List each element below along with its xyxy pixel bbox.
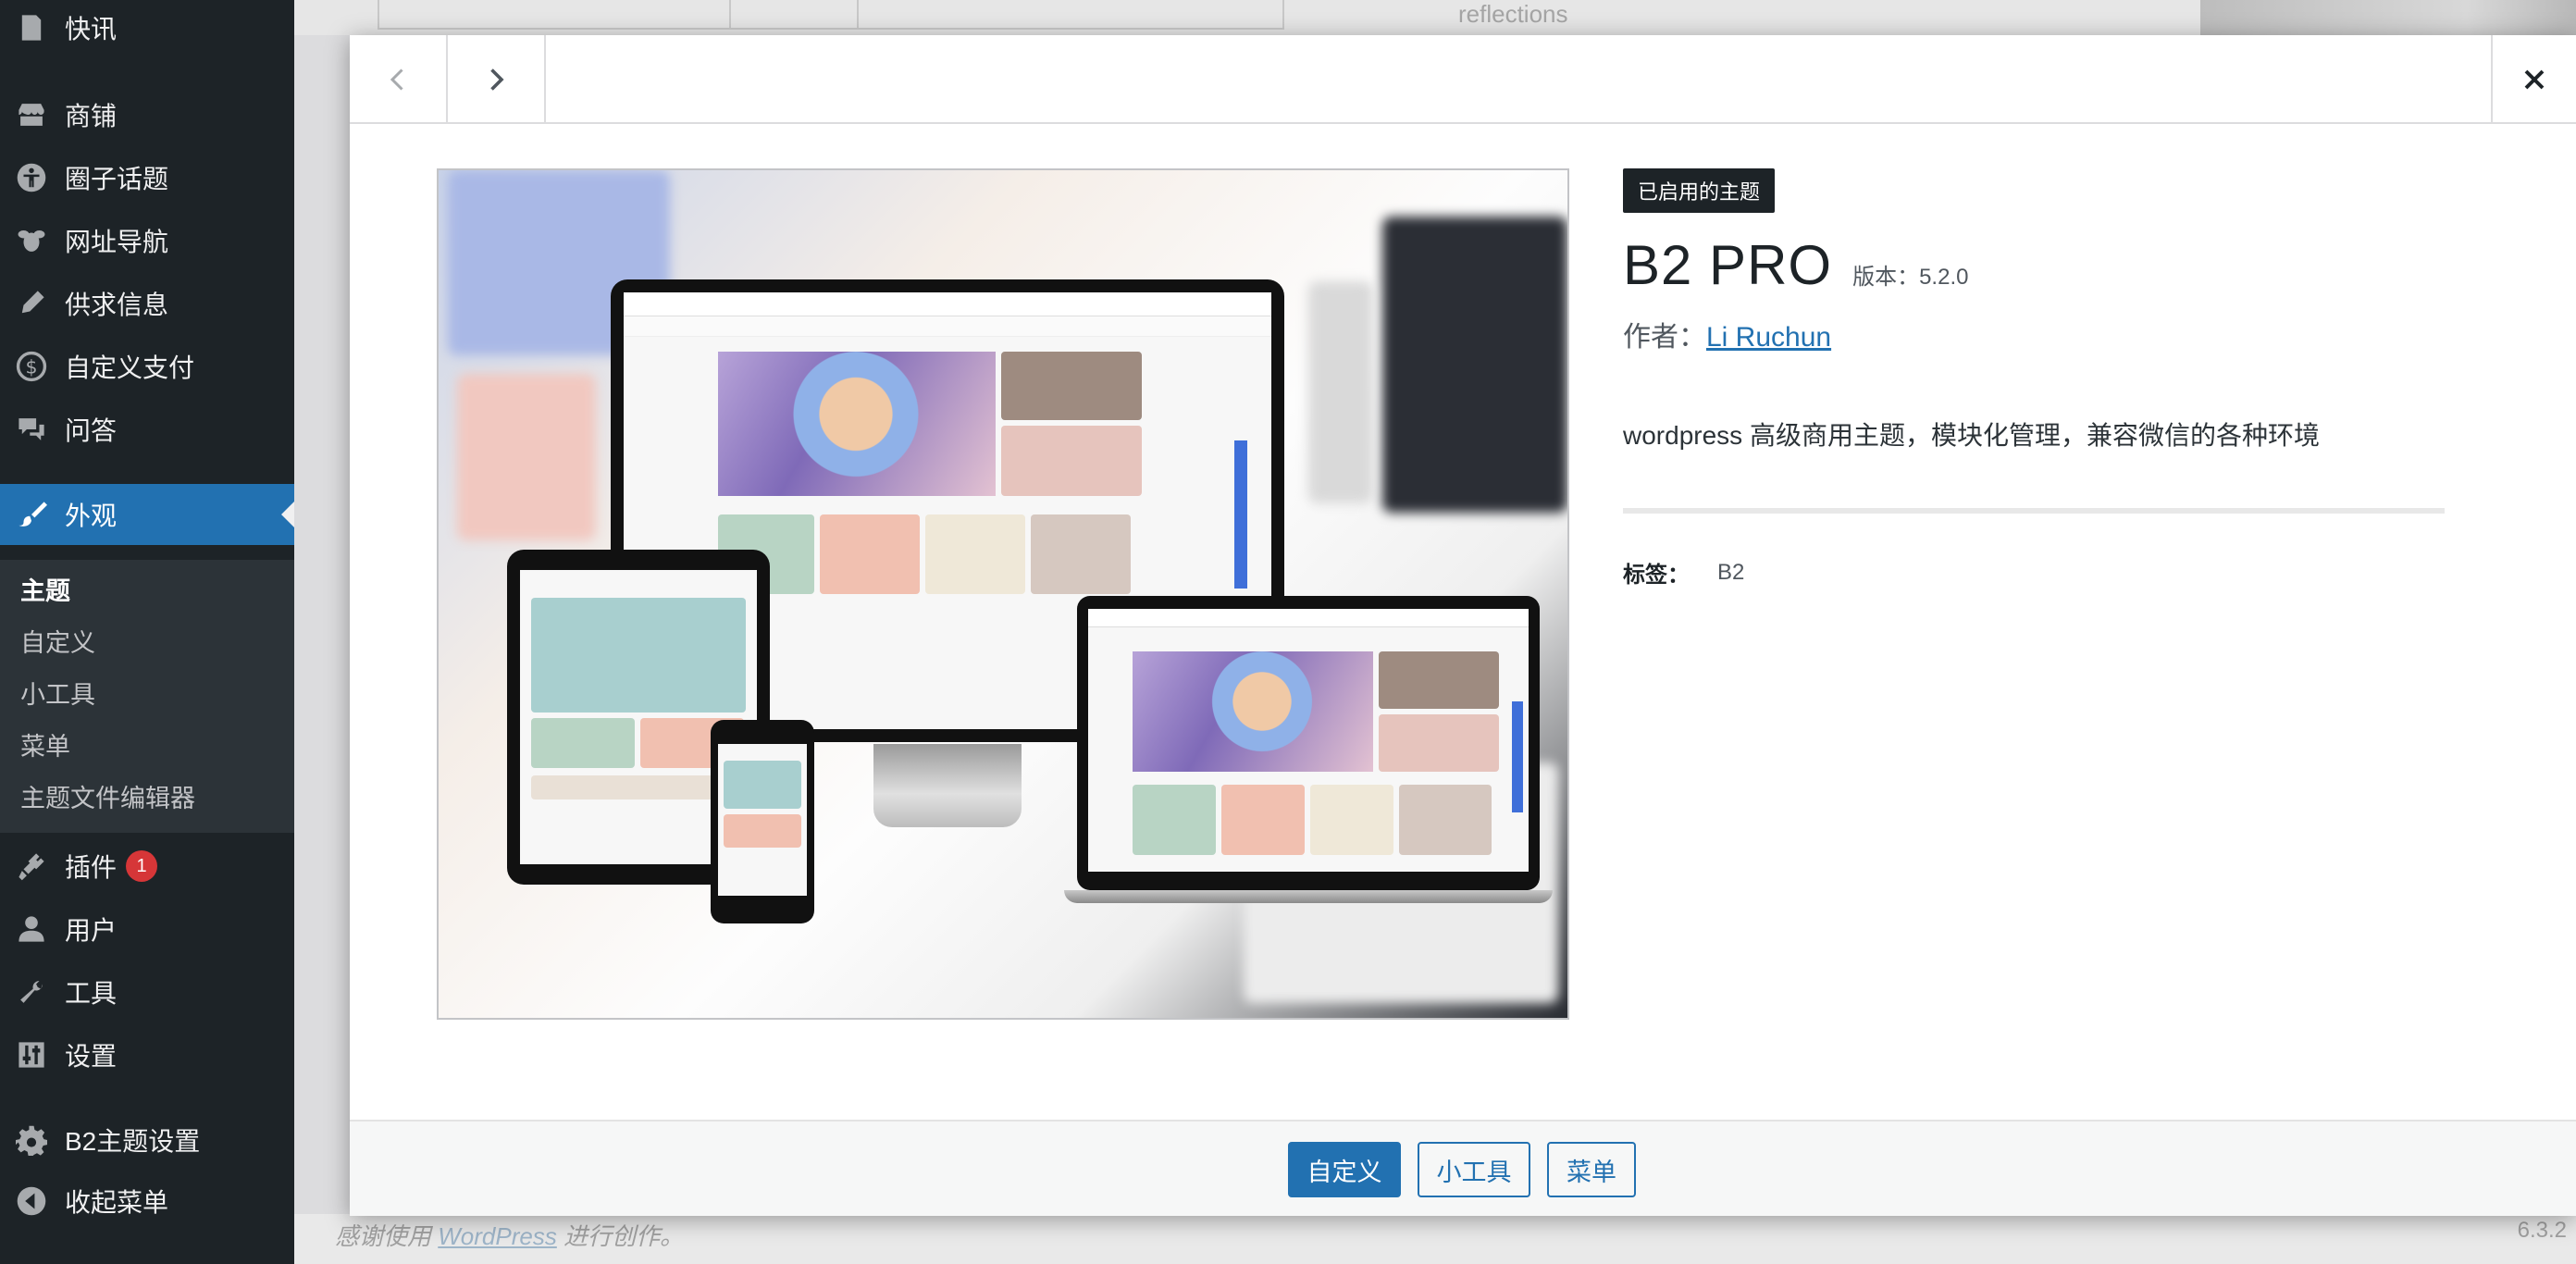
sidebar-item-plugins[interactable]: 插件 1	[0, 840, 294, 892]
footer-wordpress-link[interactable]: WordPress	[438, 1222, 557, 1250]
theme-description: wordpress 高级商用主题，模块化管理，兼容微信的各种环境	[1623, 421, 2320, 450]
collapse-icon	[15, 1184, 48, 1218]
widgets-button[interactable]: 小工具	[1418, 1142, 1530, 1197]
author-link[interactable]: Li Ruchun	[1706, 322, 1831, 353]
footer-version: 6.3.2	[2517, 1218, 2567, 1243]
theme-tags: 标签： B2	[1623, 556, 2446, 589]
sidebar-item-settings[interactable]: 设置	[0, 1029, 294, 1081]
background-theme-card	[729, 0, 1284, 30]
sidebar-item-label: 外观	[65, 502, 118, 530]
sidebar-item-store[interactable]: 商铺	[0, 89, 294, 141]
modal-actions: 自定义 小工具 菜单	[350, 1120, 2576, 1216]
universal-access-icon	[15, 161, 48, 194]
gear-icon	[15, 1123, 48, 1157]
footer-thanks: 感谢使用 WordPress 进行创作。	[335, 1218, 684, 1252]
sidebar-item-custom-pay[interactable]: $ 自定义支付	[0, 341, 294, 392]
monitor-stand	[873, 744, 1022, 827]
chevron-left-icon	[390, 68, 403, 91]
appearance-submenu: 主题 自定义 小工具 菜单 主题文件编辑器	[0, 560, 294, 833]
sidebar-item-users[interactable]: 用户	[0, 903, 294, 955]
sidebar-item-label: 快讯	[65, 15, 118, 43]
author-prefix: 作者：	[1623, 322, 1706, 353]
sidebar-item-supply[interactable]: 供求信息	[0, 278, 294, 329]
chevron-right-icon	[490, 68, 504, 91]
paintbrush-icon	[15, 498, 48, 531]
sidebar-item-label: 收起菜单	[65, 1188, 169, 1217]
theme-version: 版本：5.2.0	[1852, 265, 1969, 290]
sidebar-item-tools[interactable]: 工具	[0, 966, 294, 1018]
dollar-icon: $	[15, 350, 48, 383]
customize-button[interactable]: 自定义	[1288, 1142, 1401, 1197]
blur-card	[1382, 217, 1567, 513]
menus-button[interactable]: 菜单	[1547, 1142, 1636, 1197]
theme-author: 作者：Li Ruchun	[1623, 314, 2446, 354]
next-theme-button[interactable]	[448, 35, 546, 124]
pen-icon	[15, 287, 48, 320]
sidebar-item-news[interactable]: 快讯	[0, 2, 294, 54]
document-icon	[15, 11, 48, 44]
sidebar-item-label: 自定义支付	[65, 353, 195, 382]
bee-icon	[15, 224, 48, 257]
phone-mockup	[711, 720, 814, 923]
modal-header	[350, 35, 2576, 124]
sidebar-item-b2-settings[interactable]: B2主题设置	[0, 1114, 294, 1166]
blur-card	[1308, 281, 1373, 503]
theme-details-modal: 已启用的主题 B2 PRO 版本：5.2.0 作者：Li Ruchun word…	[350, 35, 2576, 1216]
background-theme-thumbnail	[2200, 0, 2576, 35]
sidebar-item-qa[interactable]: 问答	[0, 403, 294, 455]
blur-card	[457, 374, 596, 540]
sidebar-item-label: 工具	[65, 979, 118, 1008]
background-theme-text: reflections	[1458, 0, 1568, 28]
sidebar-item-label: 圈子话题	[65, 165, 169, 193]
footer-suffix: 进行创作。	[564, 1222, 685, 1250]
theme-name-row: B2 PRO 版本：5.2.0	[1623, 233, 2446, 297]
submenu-item-theme-editor[interactable]: 主题文件编辑器	[20, 778, 195, 814]
laptop-mockup	[1077, 596, 1540, 890]
admin-footer: 感谢使用 WordPress 进行创作。 6.3.2	[294, 1214, 2576, 1264]
sidebar-item-collapse[interactable]: 收起菜单	[0, 1175, 294, 1227]
tags-label: 标签：	[1623, 563, 1690, 588]
submenu-item-customize[interactable]: 自定义	[20, 623, 95, 659]
sidebar-item-label: B2主题设置	[65, 1127, 201, 1156]
update-count-badge: 1	[126, 850, 158, 882]
sidebar-item-circles[interactable]: 圈子话题	[0, 152, 294, 204]
sidebar-item-url-nav[interactable]: 网址导航	[0, 215, 294, 266]
comments-icon	[15, 413, 48, 446]
submenu-item-themes[interactable]: 主题	[20, 571, 70, 607]
wrench-icon	[15, 975, 48, 1009]
active-theme-badge: 已启用的主题	[1623, 168, 1776, 213]
submenu-item-widgets[interactable]: 小工具	[20, 675, 95, 711]
sidebar-item-label: 商铺	[65, 102, 118, 130]
background-theme-grid: reflections	[294, 0, 2576, 35]
svg-text:$: $	[26, 356, 38, 378]
plugin-icon	[15, 849, 48, 883]
footer-prefix: 感谢使用	[335, 1222, 432, 1250]
previous-theme-button[interactable]	[350, 35, 448, 124]
sidebar-item-label: 插件	[65, 853, 118, 882]
divider	[1623, 508, 2445, 514]
sidebar-item-label: 用户	[65, 916, 118, 945]
laptop-base	[1064, 890, 1553, 903]
admin-sidebar: 快讯 商铺 圈子话题 网址导航 供求信息 $ 自定义支付 问答 外观 主题 自定…	[0, 0, 294, 1264]
close-icon	[2524, 69, 2545, 90]
theme-screenshot	[437, 168, 1569, 1020]
sidebar-item-label: 设置	[65, 1042, 118, 1071]
sidebar-item-label: 网址导航	[65, 228, 169, 256]
sidebar-item-label: 问答	[65, 416, 118, 445]
theme-name: B2 PRO	[1623, 234, 1833, 296]
theme-info: 已启用的主题 B2 PRO 版本：5.2.0 作者：Li Ruchun word…	[1623, 168, 2446, 589]
sidebar-item-appearance[interactable]: 外观	[0, 484, 294, 545]
sidebar-item-label: 供求信息	[65, 291, 169, 319]
close-modal-button[interactable]	[2491, 35, 2576, 124]
user-icon	[15, 912, 48, 946]
submenu-item-menus[interactable]: 菜单	[20, 726, 70, 762]
tags-value: B2	[1717, 559, 1745, 585]
settings-sliders-icon	[15, 1038, 48, 1072]
active-indicator	[281, 502, 294, 527]
store-icon	[15, 98, 48, 131]
